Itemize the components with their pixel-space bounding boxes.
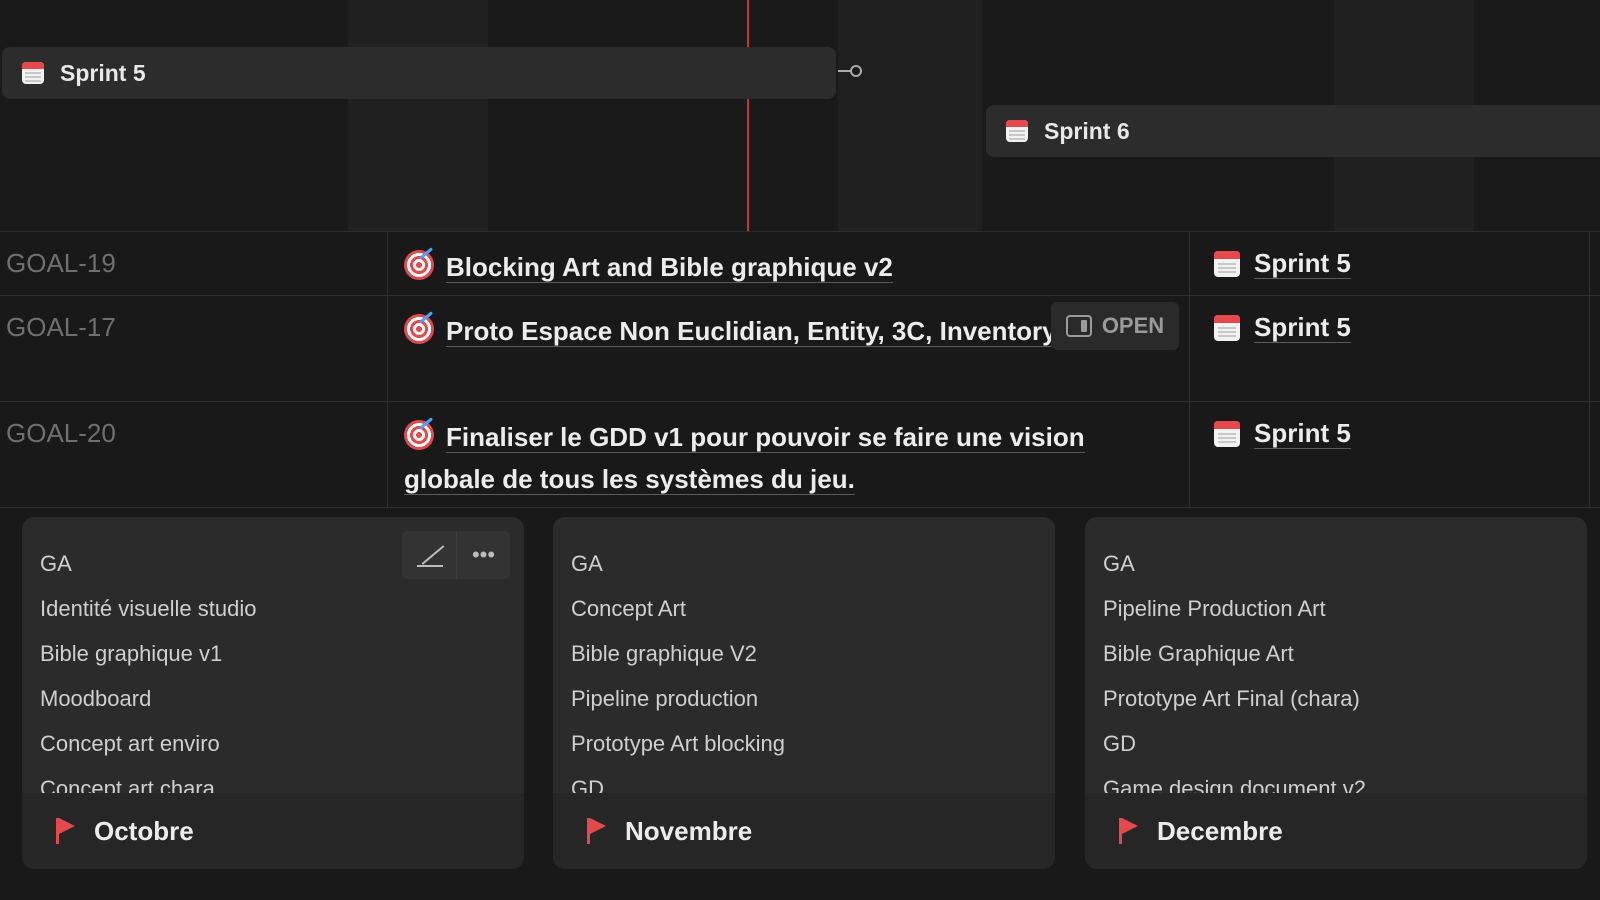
- card-item: GA: [571, 551, 603, 576]
- flag-icon: [56, 818, 78, 844]
- month-card-novembre[interactable]: GA Concept Art Bible graphique V2 Pipeli…: [553, 517, 1055, 869]
- flag-icon: [1119, 818, 1141, 844]
- more-button[interactable]: •••: [456, 531, 510, 579]
- timeline: Sprint 5 Sprint 6: [0, 0, 1600, 232]
- timeline-bar-label: Sprint 5: [60, 59, 146, 86]
- table-row[interactable]: GOAL-19 Blocking Art and Bible graphique…: [0, 232, 1600, 296]
- card-item: Concept Art: [571, 596, 686, 621]
- today-marker: [747, 0, 749, 231]
- card-item: Identité visuelle studio: [40, 596, 257, 621]
- card-item: Game design document v2: [1103, 776, 1366, 793]
- card-item: GD: [571, 776, 604, 793]
- card-item: GD: [1103, 731, 1136, 756]
- target-icon: [404, 314, 434, 344]
- month-card-octobre[interactable]: GA Identité visuelle studio Bible graphi…: [22, 517, 524, 869]
- calendar-icon: [1006, 120, 1028, 142]
- month-card-decembre[interactable]: GA Pipeline Production Art Bible Graphiq…: [1085, 517, 1587, 869]
- calendar-icon: [1214, 421, 1240, 447]
- goal-title-cell[interactable]: Blocking Art and Bible graphique v2: [388, 232, 1190, 295]
- dependency-handle[interactable]: [838, 64, 862, 78]
- table-row[interactable]: GOAL-17 Proto Espace Non Euclidian, Enti…: [0, 296, 1600, 402]
- card-item: Prototype Art blocking: [571, 731, 786, 756]
- card-item: Pipeline Production Art: [1103, 596, 1326, 621]
- target-icon: [404, 250, 434, 280]
- sprint-link[interactable]: Sprint 5: [1254, 418, 1351, 449]
- card-month-title[interactable]: Novembre: [625, 816, 752, 847]
- sprint-link[interactable]: Sprint 5: [1254, 248, 1351, 279]
- card-month-title[interactable]: Decembre: [1157, 816, 1283, 847]
- table-row[interactable]: GOAL-20 Finaliser le GDD v1 pour pouvoir…: [0, 402, 1600, 508]
- card-item: Bible graphique v1: [40, 641, 223, 666]
- goal-id: GOAL-17: [0, 296, 388, 401]
- timeline-bar-sprint-5[interactable]: Sprint 5: [2, 47, 836, 99]
- timeline-bar-sprint-6[interactable]: Sprint 6: [986, 105, 1600, 157]
- card-toolbar: •••: [402, 531, 510, 579]
- sprint-link[interactable]: Sprint 5: [1254, 312, 1351, 343]
- calendar-icon: [1214, 251, 1240, 277]
- more-icon: •••: [471, 542, 496, 567]
- goal-title[interactable]: Finaliser le GDD v1 pour pouvoir se fair…: [404, 422, 1085, 495]
- card-item: Pipeline production: [571, 686, 759, 711]
- weekend-band: [838, 0, 982, 231]
- card-item: Prototype Art Final (chara): [1103, 686, 1360, 711]
- sprint-cell[interactable]: Sprint 5: [1190, 296, 1590, 401]
- card-footer[interactable]: Octobre: [22, 793, 524, 869]
- target-icon: [404, 420, 434, 450]
- sprint-cell[interactable]: Sprint 5: [1190, 232, 1590, 295]
- card-body: GA Concept Art Bible graphique V2 Pipeli…: [553, 517, 1055, 793]
- goal-title[interactable]: Blocking Art and Bible graphique v2: [446, 252, 893, 283]
- weekend-band: [348, 0, 488, 231]
- goal-id: GOAL-19: [0, 232, 388, 295]
- card-item: Bible Graphique Art: [1103, 641, 1294, 666]
- open-button-label: OPEN: [1101, 313, 1165, 338]
- calendar-icon: [22, 62, 44, 84]
- card-footer[interactable]: Decembre: [1085, 793, 1587, 869]
- card-item: Moodboard: [40, 686, 152, 711]
- goal-title[interactable]: Proto Espace Non Euclidian, Entity, 3C, …: [446, 316, 1093, 347]
- card-item: GA: [1103, 551, 1135, 576]
- goal-title-cell[interactable]: Finaliser le GDD v1 pour pouvoir se fair…: [388, 402, 1190, 507]
- edit-icon: [417, 543, 443, 567]
- flag-icon: [587, 818, 609, 844]
- card-item: Bible graphique V2: [571, 641, 757, 666]
- goal-id: GOAL-20: [0, 402, 388, 507]
- goal-title-cell[interactable]: Proto Espace Non Euclidian, Entity, 3C, …: [388, 296, 1190, 401]
- edit-button[interactable]: [402, 531, 456, 579]
- timeline-bar-label: Sprint 6: [1044, 117, 1130, 144]
- card-body: GA Pipeline Production Art Bible Graphiq…: [1085, 517, 1587, 793]
- goals-table: GOAL-19 Blocking Art and Bible graphique…: [0, 232, 1600, 508]
- card-footer[interactable]: Novembre: [553, 793, 1055, 869]
- card-month-title[interactable]: Octobre: [94, 816, 194, 847]
- card-item: Concept art chara: [40, 776, 215, 793]
- open-button[interactable]: OPEN: [1051, 302, 1179, 350]
- calendar-icon: [1214, 315, 1240, 341]
- card-item: Concept art enviro: [40, 731, 220, 756]
- sprint-cell[interactable]: Sprint 5: [1190, 402, 1590, 507]
- side-panel-icon: [1065, 315, 1092, 337]
